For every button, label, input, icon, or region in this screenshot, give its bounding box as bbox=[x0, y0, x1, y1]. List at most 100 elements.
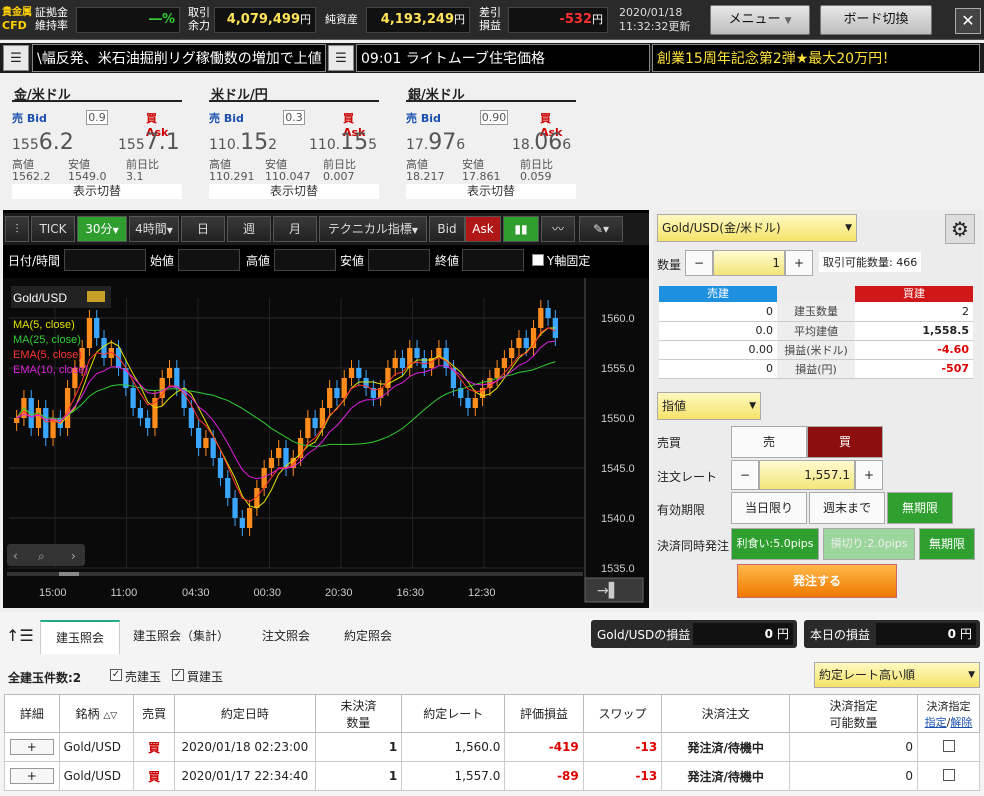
cell-status[interactable]: 発注済/待機中 bbox=[661, 732, 791, 762]
chart-settings-icon[interactable]: ⫶ bbox=[5, 216, 29, 242]
expiry-today-button[interactable]: 当日限り bbox=[731, 492, 807, 524]
order-type-select[interactable]: 指値 ▼ bbox=[657, 392, 761, 420]
ask-suffix: 5 bbox=[368, 137, 378, 153]
chevron-down-icon: ▼ bbox=[749, 401, 756, 411]
candlestick-icon[interactable]: ▮▮ bbox=[503, 216, 539, 242]
month-button[interactable]: 月 bbox=[273, 216, 317, 242]
bid-price[interactable]: 17.976 bbox=[406, 130, 465, 155]
cell-avail: 0 bbox=[789, 761, 919, 791]
qty-minus-button[interactable]: − bbox=[685, 250, 713, 276]
tab-orders[interactable]: 注文照会 bbox=[246, 620, 326, 654]
rate-plus-button[interactable]: + bbox=[855, 460, 883, 490]
candle-body bbox=[86, 318, 93, 348]
tab-executions[interactable]: 約定照会 bbox=[330, 620, 406, 654]
tick-button[interactable]: TICK bbox=[31, 216, 75, 242]
stop-loss-button[interactable]: 損切り:2.0pips bbox=[823, 528, 915, 560]
close-input[interactable] bbox=[462, 249, 524, 271]
datetime-input[interactable] bbox=[64, 249, 146, 271]
expand-button[interactable]: + bbox=[9, 768, 54, 784]
settle-expiry-button[interactable]: 無期限 bbox=[919, 528, 975, 560]
list-icon[interactable]: ☰ bbox=[3, 45, 29, 71]
available-label: 取引 余力 bbox=[188, 6, 210, 32]
high-input[interactable] bbox=[274, 249, 336, 271]
yfix-checkbox[interactable] bbox=[532, 254, 544, 266]
line-chart-icon[interactable]: 〰 bbox=[541, 216, 575, 242]
qty-input[interactable]: 1 bbox=[713, 250, 785, 276]
ask-price[interactable]: 1557.1 bbox=[118, 130, 180, 155]
high-value: 1562.2 bbox=[12, 170, 51, 183]
buy-filter-checkbox[interactable]: ✓ bbox=[172, 669, 184, 681]
scrollbar-thumb[interactable] bbox=[59, 572, 79, 576]
sell-side-button[interactable]: 売 bbox=[731, 426, 807, 458]
submit-order-button[interactable]: 発注する bbox=[737, 564, 897, 598]
legend-entry: MA(5, close) bbox=[13, 319, 75, 331]
sort-select[interactable]: 約定レート高い順 ▼ bbox=[814, 662, 980, 688]
expiry-week-button[interactable]: 週末まで bbox=[809, 492, 885, 524]
candle-body bbox=[523, 338, 529, 348]
sell-value: 0.00 bbox=[659, 340, 777, 360]
high-label: 高値 bbox=[246, 254, 271, 268]
interval-4h-button[interactable]: 4時間▼ bbox=[129, 216, 179, 242]
draw-tool-icon[interactable]: ✎▾ bbox=[579, 216, 623, 242]
ask-button[interactable]: Ask bbox=[465, 216, 501, 242]
chart-scrollbar[interactable] bbox=[7, 572, 583, 576]
designate-checkbox[interactable] bbox=[942, 768, 955, 781]
tab-positions[interactable]: 建玉照会 bbox=[40, 620, 120, 654]
news-item-1[interactable]: \幅反発、米石油掘削リグ稼働数の増加で上値 bbox=[32, 44, 326, 72]
scroll-left-icon[interactable]: ‹ bbox=[13, 549, 18, 563]
display-toggle[interactable]: 表示切替 bbox=[12, 184, 182, 199]
list-icon-2[interactable]: ☰ bbox=[328, 45, 354, 71]
news-item-2[interactable]: 09:01 ライトムーブ住宅価格 bbox=[356, 44, 650, 72]
zoom-icon[interactable]: ⌕ bbox=[38, 549, 45, 563]
collapse-icon[interactable]: ↑☰ bbox=[6, 626, 34, 645]
bid-price[interactable]: 1556.2 bbox=[12, 130, 74, 155]
rate-input[interactable]: 1,557.1 bbox=[759, 460, 855, 490]
qty-plus-button[interactable]: + bbox=[785, 250, 813, 276]
interval-30m-button[interactable]: 30分▼ bbox=[77, 216, 127, 242]
candle-body bbox=[188, 408, 194, 428]
symbol-select[interactable]: Gold/USD(金/米ドル) ▼ bbox=[657, 214, 857, 242]
settings-gear-icon[interactable]: ⚙ bbox=[945, 214, 975, 244]
bid-button[interactable]: Bid bbox=[429, 216, 465, 242]
close-icon[interactable]: ✕ bbox=[955, 8, 981, 34]
ask-price[interactable]: 110.155 bbox=[309, 130, 377, 155]
available-qty: 取引可能数量: 466 bbox=[819, 252, 922, 272]
clear-link[interactable]: 解除 bbox=[950, 716, 972, 729]
cell-status[interactable]: 発注済/待機中 bbox=[661, 761, 791, 791]
col-symbol[interactable]: 銘柄 △▽ bbox=[58, 694, 134, 733]
top-bar: 貴金属 CFD 証拠金 維持率 ―% 取引 余力 4,079,499円 純資産 … bbox=[0, 0, 984, 40]
ask-big: 15 bbox=[340, 130, 369, 155]
price-chart[interactable]: 1560.0 1555.0 1550.0 1545.0 1540.0 1535.0 15:… bbox=[3, 278, 649, 608]
table-row[interactable]: + Gold/USD 買 2020/01/17 22:34:40 1 1,557… bbox=[4, 761, 980, 791]
quote-card-usdjpy[interactable]: 米ドル/円 売 Bid 0.3 買 Ask 110.152 110.155 高値… bbox=[209, 84, 379, 204]
table-row[interactable]: + Gold/USD 買 2020/01/18 02:23:00 1 1,560… bbox=[4, 732, 980, 762]
tab-positions-summary[interactable]: 建玉照会（集計） bbox=[126, 620, 236, 654]
sell-filter-checkbox[interactable]: ✓ bbox=[110, 669, 122, 681]
quote-card-silver[interactable]: 銀/米ドル 売 Bid 0.90 買 Ask 17.976 18.066 高値 … bbox=[406, 84, 576, 204]
buy-side-button[interactable]: 買 bbox=[807, 426, 883, 458]
net-assets-amount: 4,193,249 bbox=[380, 12, 454, 27]
col-pl: 評価損益 bbox=[504, 694, 584, 733]
board-switch-button[interactable]: ボード切換 bbox=[820, 5, 932, 35]
quote-card-gold[interactable]: 金/米ドル 売 Bid 0.9 買 Ask 1556.2 1557.1 高値 安… bbox=[12, 84, 182, 204]
bid-price[interactable]: 110.152 bbox=[209, 130, 277, 155]
net-assets-label: 純資産 bbox=[325, 13, 358, 26]
week-button[interactable]: 週 bbox=[227, 216, 271, 242]
technical-indicator-button[interactable]: テクニカル指標▼ bbox=[319, 216, 427, 242]
promo-banner[interactable]: 創業15周年記念第2弾★最大20万円！ bbox=[652, 44, 980, 72]
menu-button[interactable]: メニュー ▼ bbox=[710, 5, 810, 35]
low-input[interactable] bbox=[368, 249, 430, 271]
chevron-down-icon: ▼ bbox=[968, 670, 975, 680]
expiry-none-button[interactable]: 無期限 bbox=[887, 492, 953, 524]
display-toggle[interactable]: 表示切替 bbox=[406, 184, 576, 199]
expand-button[interactable]: + bbox=[9, 739, 54, 755]
rate-minus-button[interactable]: − bbox=[731, 460, 759, 490]
take-profit-button[interactable]: 利食い:5.0pips bbox=[731, 528, 819, 560]
scroll-right-icon[interactable]: › bbox=[71, 549, 76, 563]
open-input[interactable] bbox=[178, 249, 240, 271]
day-button[interactable]: 日 bbox=[181, 216, 225, 242]
ask-price[interactable]: 18.066 bbox=[512, 130, 571, 155]
designate-link[interactable]: 指定 bbox=[925, 716, 947, 729]
display-toggle[interactable]: 表示切替 bbox=[209, 184, 379, 199]
designate-checkbox[interactable] bbox=[942, 739, 955, 752]
